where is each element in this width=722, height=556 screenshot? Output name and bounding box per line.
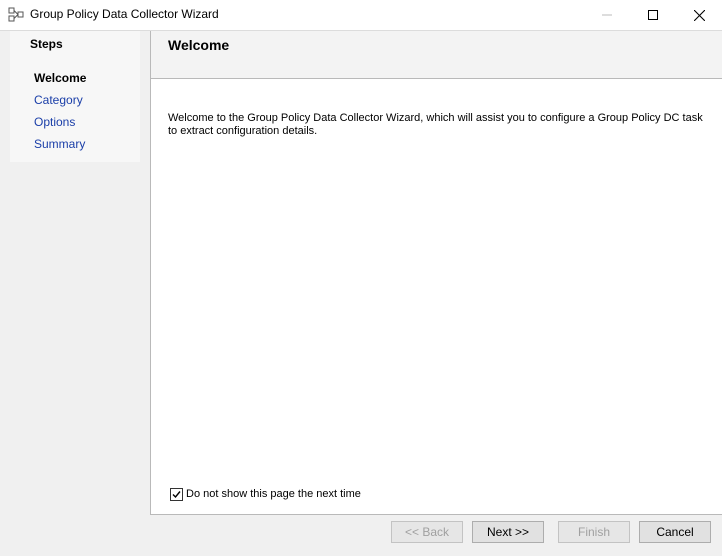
content-panel: Welcome to the Group Policy Data Collect… [150,79,722,515]
checkmark-icon [172,490,181,498]
checkbox-box[interactable] [170,487,183,501]
step-summary[interactable]: Summary [34,137,85,151]
back-button[interactable]: << Back [391,521,463,543]
minimize-icon [602,14,612,16]
group-policy-wizard-icon [8,7,25,23]
minimize-button[interactable] [584,0,630,30]
page-header: Welcome [150,31,722,79]
steps-title: Steps [30,37,63,51]
step-options[interactable]: Options [34,115,75,129]
steps-panel: Steps Welcome Category Options Summary [10,31,140,162]
title-bar: Group Policy Data Collector Wizard [0,0,722,31]
window-title: Group Policy Data Collector Wizard [30,7,219,21]
checkbox-label[interactable]: Do not show this page the next time [186,488,361,500]
close-icon [693,9,705,21]
next-button[interactable]: Next >> [472,521,544,543]
page-title: Welcome [168,37,230,53]
step-welcome: Welcome [34,71,87,85]
maximize-icon [648,10,658,20]
close-button[interactable] [676,0,722,30]
welcome-message: Welcome to the Group Policy Data Collect… [168,112,703,137]
step-category[interactable]: Category [34,93,83,107]
dont-show-again-checkbox[interactable]: Do not show this page the next time [170,486,361,502]
cancel-button[interactable]: Cancel [639,521,711,543]
maximize-button[interactable] [630,0,676,30]
finish-button[interactable]: Finish [558,521,630,543]
